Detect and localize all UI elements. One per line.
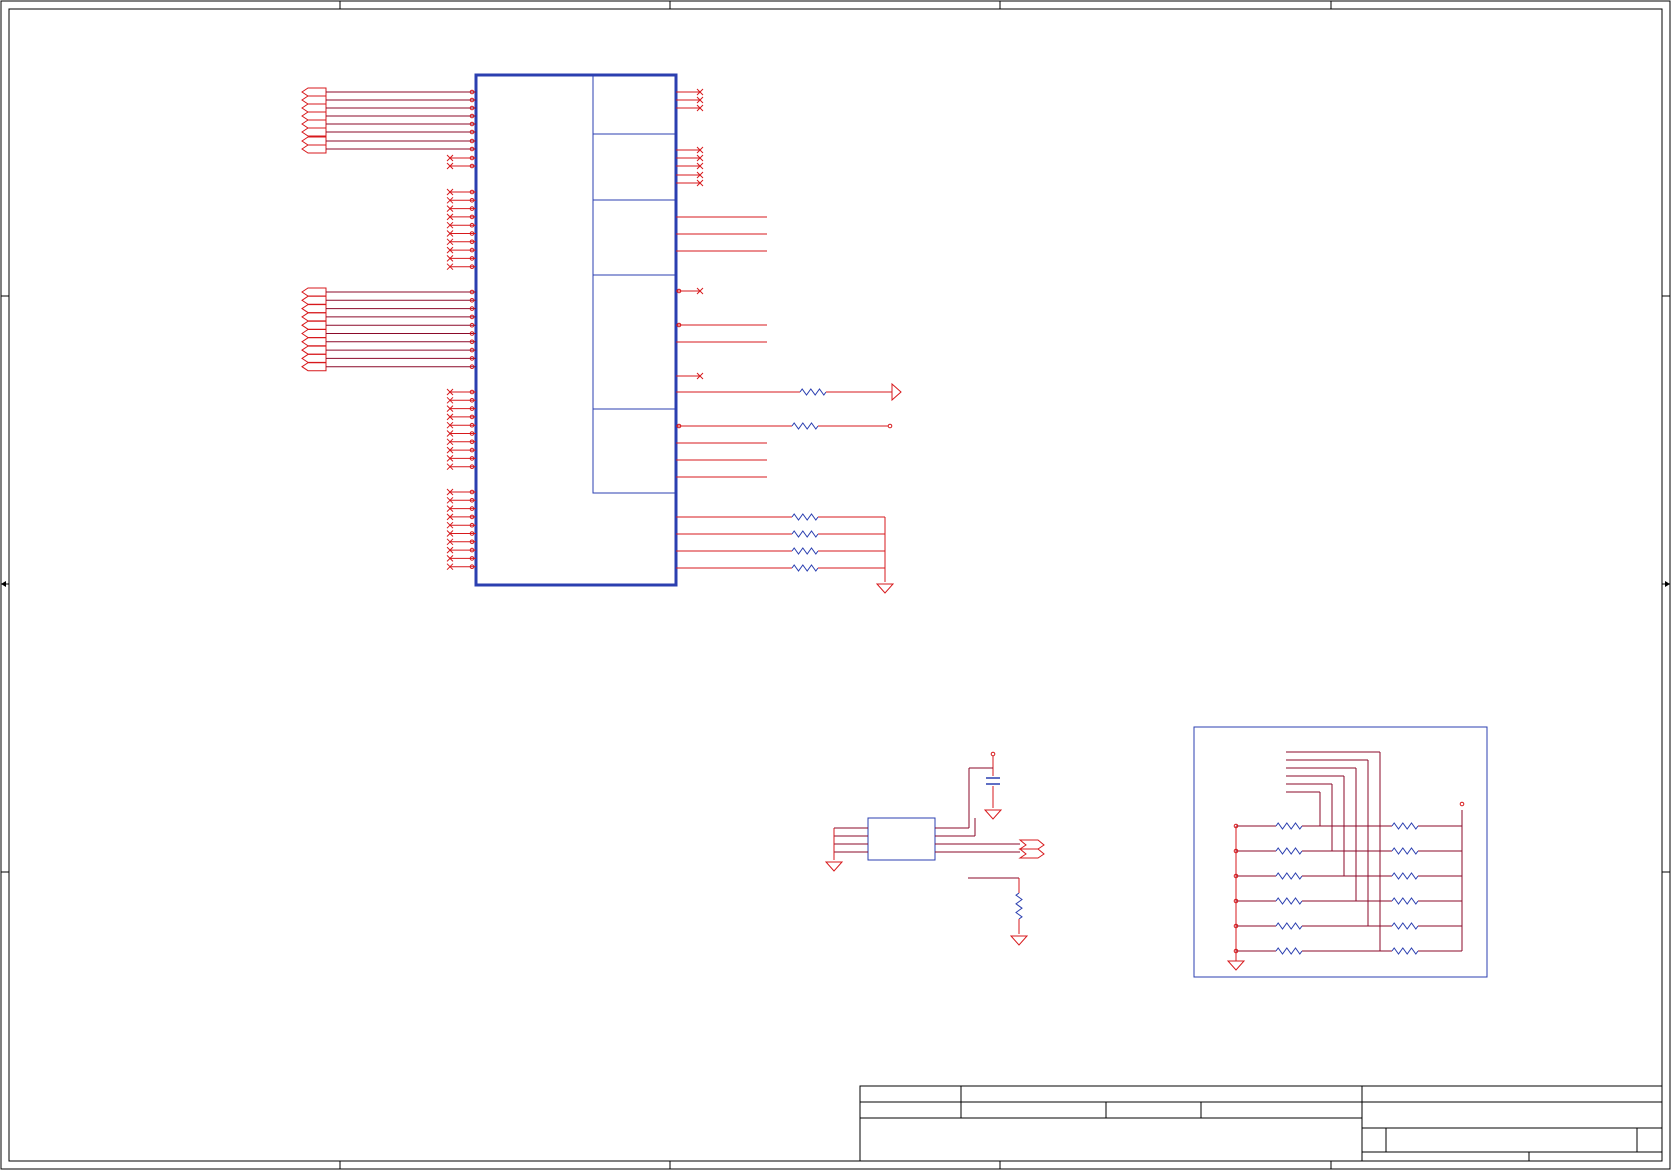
resistor	[1391, 947, 1419, 955]
resistor	[1275, 947, 1303, 955]
offpage-connector	[301, 87, 327, 97]
schematic-sheet	[0, 0, 1671, 1170]
ground-symbol	[1009, 935, 1029, 946]
offpage-connector	[301, 287, 327, 297]
offpage-connector	[301, 103, 327, 113]
resistor	[1275, 822, 1303, 830]
resistor	[1275, 922, 1303, 930]
resistor	[1275, 847, 1303, 855]
offpage-connector	[301, 119, 327, 129]
offpage-connector	[301, 312, 327, 322]
offpage-connector	[301, 136, 327, 146]
offpage-connector	[301, 320, 327, 330]
offpage-connector	[301, 127, 327, 137]
main-ic	[474, 73, 678, 587]
drawing-frame	[0, 0, 1671, 1170]
left-pins	[301, 87, 476, 571]
resistor	[1275, 872, 1303, 880]
title-block	[859, 1085, 1663, 1162]
offpage-connector	[301, 362, 327, 372]
zone-arrows	[1, 581, 1670, 587]
pin-dot	[990, 751, 996, 757]
power-arrow	[891, 382, 902, 402]
right-pins	[676, 88, 902, 594]
resistor	[1275, 897, 1303, 905]
ground-symbol	[875, 583, 895, 594]
resistor	[791, 564, 819, 572]
offpage-connector	[301, 353, 327, 363]
pin-dot	[1459, 801, 1465, 807]
resistor	[1391, 922, 1419, 930]
offpage-connector	[301, 144, 327, 154]
resistor	[791, 513, 819, 521]
offpage-connector	[301, 295, 327, 305]
oscillator-circuit	[824, 751, 1045, 946]
resistor	[1391, 872, 1419, 880]
resistor	[1015, 892, 1023, 920]
ground-symbol	[983, 809, 1003, 820]
resistor	[791, 530, 819, 538]
ground-symbol	[824, 861, 844, 872]
schematic-drawing	[0, 0, 1671, 1170]
offpage-connector	[301, 345, 327, 355]
resistor	[1391, 897, 1419, 905]
offpage-connector	[301, 95, 327, 105]
resistor	[791, 547, 819, 555]
offpage-connector	[301, 304, 327, 314]
offpage-connector	[301, 111, 327, 121]
resistor	[1391, 847, 1419, 855]
resistor	[1391, 822, 1419, 830]
resistor-network	[1193, 726, 1488, 978]
offpage-connector	[1018, 848, 1045, 859]
resistor	[791, 422, 819, 430]
resistor	[799, 388, 827, 396]
offpage-connector	[301, 329, 327, 338]
ground-symbol	[1226, 960, 1246, 971]
pin-dot	[887, 423, 893, 429]
offpage-connector	[1018, 839, 1045, 850]
offpage-connector	[301, 337, 327, 347]
oscillator-ic	[867, 817, 936, 861]
